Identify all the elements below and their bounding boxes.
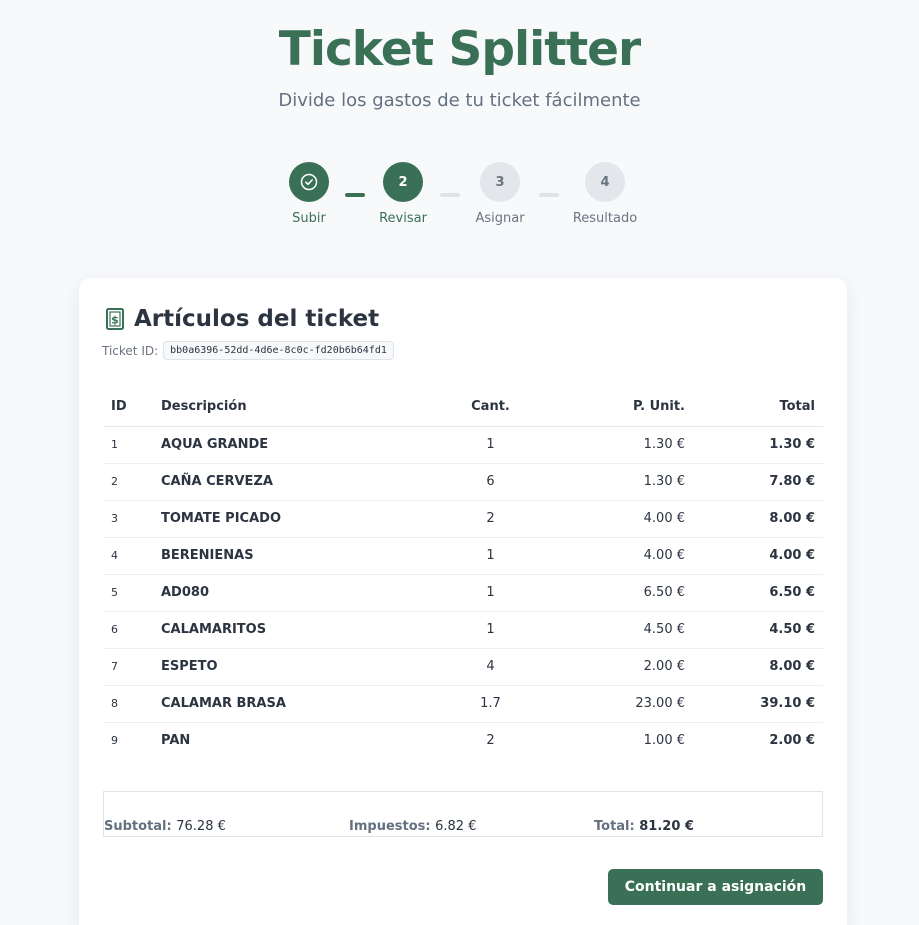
- items-table: ID Descripción Cant. P. Unit. Total 1 AQ…: [103, 388, 823, 759]
- tax-label: Impuestos:: [349, 819, 431, 834]
- cell-unit-price: 6.50 €: [558, 574, 693, 612]
- receipt-dollar-icon: $: [106, 308, 124, 330]
- step-1-label: Subir: [292, 211, 326, 226]
- cell-description: CALAMAR BRASA: [153, 685, 423, 723]
- cell-quantity: 1: [423, 574, 558, 612]
- subtotal-value: 76.28 €: [176, 819, 226, 834]
- cell-quantity: 2: [486, 733, 495, 749]
- cell-total: 39.10 €: [693, 685, 823, 723]
- step-4-circle: 4: [585, 162, 625, 202]
- cell-description: BERENIENAS: [153, 537, 423, 575]
- cell-unit-price: 4.00 €: [558, 500, 693, 538]
- cell-quantity: 1: [423, 426, 558, 464]
- cell-quantity: 2: [423, 500, 558, 538]
- totals-summary: Subtotal: 76.28 € Impuestos: 6.82 € Tota…: [103, 791, 823, 837]
- ticket-id-row: Ticket ID: bb0a6396-52dd-4d6e-8c0c-fd20b…: [102, 341, 394, 360]
- step-result[interactable]: 4 Resultado: [555, 162, 655, 226]
- cell-total: 4.00 €: [693, 537, 823, 575]
- ticket-items-card: $ Artículos del ticket Ticket ID: bb0a63…: [79, 278, 847, 925]
- subtotal-label: Subtotal:: [104, 819, 172, 834]
- step-2-circle: 2: [383, 162, 423, 202]
- cell-description: AD080: [153, 574, 423, 612]
- step-upload[interactable]: Subir: [259, 162, 359, 226]
- cell-id: 7: [103, 648, 153, 686]
- table-row: 4 BERENIENAS 1 4.00 € 4.00 €: [103, 537, 823, 575]
- header-total: Total: [693, 388, 823, 427]
- step-3-circle: 3: [480, 162, 520, 202]
- step-2-label: Revisar: [379, 211, 427, 226]
- tax: Impuestos: 6.82 €: [349, 819, 476, 834]
- cell-unit-price: 23.00 €: [558, 685, 693, 723]
- table-header-row: ID Descripción Cant. P. Unit. Total: [103, 388, 823, 427]
- cell-description: CALAMARITOS: [153, 611, 423, 649]
- cell-description: TOMATE PICADO: [153, 500, 423, 538]
- step-review[interactable]: 2 Revisar: [353, 162, 453, 226]
- cell-quantity: 1: [423, 537, 558, 575]
- tax-value: 6.82 €: [435, 819, 477, 834]
- ticket-id-label: Ticket ID:: [102, 343, 159, 358]
- cell-id: 5: [103, 574, 153, 612]
- header-unit-price: P. Unit.: [558, 388, 693, 427]
- cell-unit-price: 1.30 €: [558, 426, 693, 464]
- cell-id: 2: [103, 463, 153, 501]
- svg-text:$: $: [111, 314, 119, 327]
- cell-description: CAÑA CERVEZA: [153, 463, 423, 501]
- cell-unit-price: 1.00 €: [643, 733, 685, 749]
- header-quantity: Cant.: [423, 388, 558, 427]
- cell-id: 6: [103, 611, 153, 649]
- cell-total: 7.80 €: [693, 463, 823, 501]
- cell-quantity: 1.7: [423, 685, 558, 723]
- table-row: 9 PAN 2 1.00 € 2.00 €: [103, 722, 823, 759]
- ticket-id-value: bb0a6396-52dd-4d6e-8c0c-fd20b6b64fd1: [163, 341, 394, 360]
- card-header: $ Artículos del ticket: [104, 306, 379, 332]
- table-row: 1 AQUA GRANDE 1 1.30 € 1.30 €: [103, 426, 823, 464]
- cell-quantity: 4: [423, 648, 558, 686]
- cell-id: 1: [103, 426, 153, 464]
- cell-description: AQUA GRANDE: [153, 426, 423, 464]
- header-description: Descripción: [153, 388, 423, 427]
- table-row: 3 TOMATE PICADO 2 4.00 € 8.00 €: [103, 500, 823, 538]
- grand-total: Total: 81.20 €: [594, 819, 694, 834]
- table-row: 2 CAÑA CERVEZA 6 1.30 € 7.80 €: [103, 463, 823, 501]
- cell-description: PAN: [161, 733, 191, 749]
- header-id: ID: [103, 388, 153, 427]
- cell-unit-price: 4.00 €: [558, 537, 693, 575]
- step-1-circle: [289, 162, 329, 202]
- cell-unit-price: 1.30 €: [558, 463, 693, 501]
- cell-quantity: 1: [423, 611, 558, 649]
- cell-unit-price: 4.50 €: [558, 611, 693, 649]
- total-label: Total:: [594, 819, 635, 834]
- step-assign[interactable]: 3 Asignar: [450, 162, 550, 226]
- cell-total: 6.50 €: [693, 574, 823, 612]
- cell-id: 3: [103, 500, 153, 538]
- cell-id: 4: [103, 537, 153, 575]
- cell-total: 4.50 €: [693, 611, 823, 649]
- app-subtitle: Divide los gastos de tu ticket fácilment…: [278, 90, 641, 111]
- table-row: 5 AD080 1 6.50 € 6.50 €: [103, 574, 823, 612]
- cell-id: 8: [103, 685, 153, 723]
- step-4-label: Resultado: [572, 211, 638, 226]
- cell-id: 9: [111, 734, 118, 748]
- continue-to-assign-button[interactable]: Continuar a asignación: [608, 869, 823, 905]
- total-value: 81.20 €: [639, 819, 694, 834]
- cell-quantity: 6: [423, 463, 558, 501]
- table-row: 8 CALAMAR BRASA 1.7 23.00 € 39.10 €: [103, 685, 823, 723]
- cell-total: 2.00 €: [769, 733, 815, 749]
- cell-total: 8.00 €: [693, 648, 823, 686]
- cell-unit-price: 2.00 €: [558, 648, 693, 686]
- subtotal: Subtotal: 76.28 €: [104, 819, 226, 834]
- check-icon: [300, 173, 318, 191]
- card-title: Artículos del ticket: [134, 306, 380, 332]
- cell-total: 8.00 €: [693, 500, 823, 538]
- table-row: 6 CALAMARITOS 1 4.50 € 4.50 €: [103, 611, 823, 649]
- app-title: Ticket Splitter: [278, 22, 641, 77]
- cell-total: 1.30 €: [693, 426, 823, 464]
- table-row: 7 ESPETO 4 2.00 € 8.00 €: [103, 648, 823, 686]
- step-3-label: Asignar: [475, 211, 525, 226]
- cell-description: ESPETO: [153, 648, 423, 686]
